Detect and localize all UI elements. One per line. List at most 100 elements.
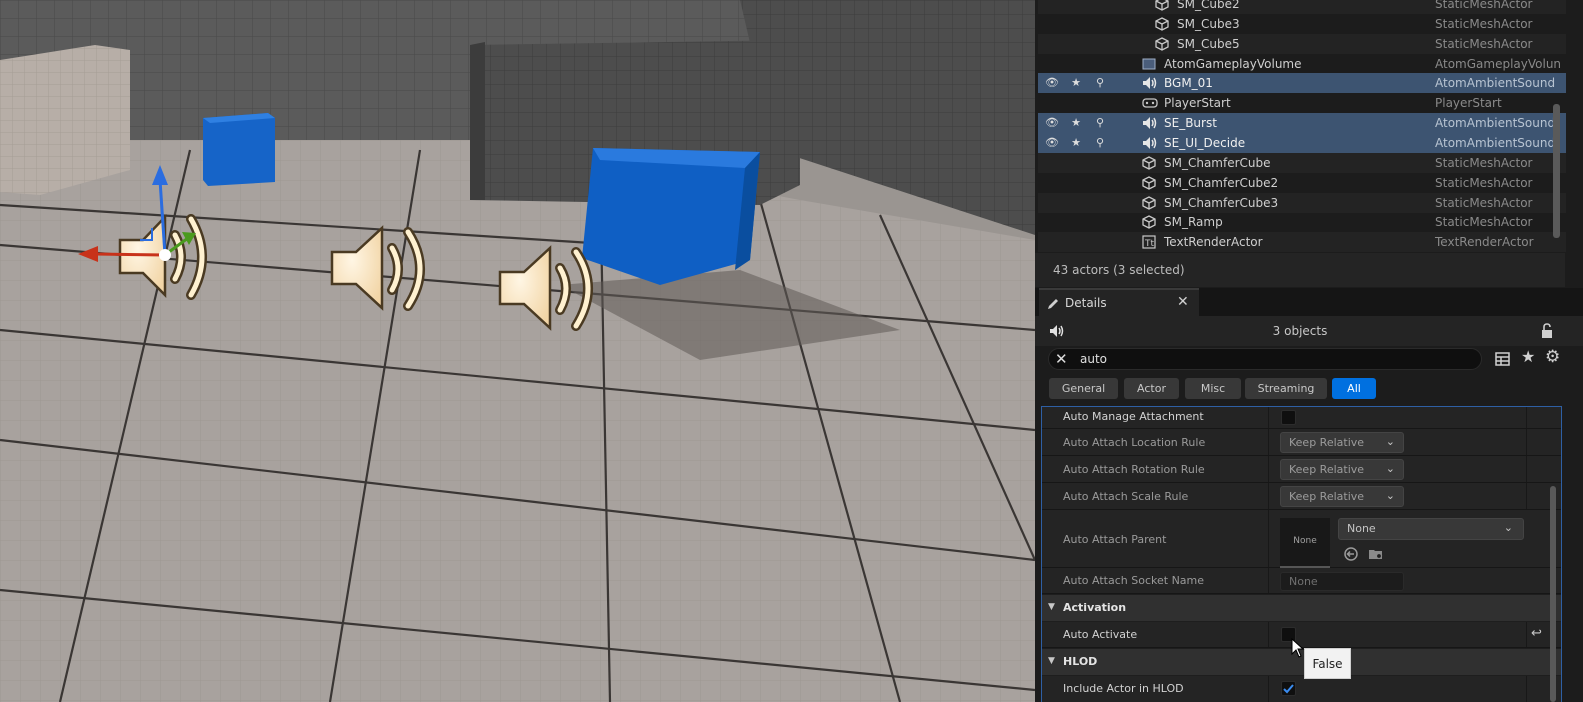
actor-name: SM_ChamferCube (1164, 155, 1271, 170)
dropdown-value: Keep Relative (1289, 436, 1365, 449)
details-search-input[interactable]: ✕ auto (1048, 348, 1482, 370)
category-label: HLOD (1063, 655, 1098, 668)
actor-name: SM_Cube5 (1177, 36, 1240, 51)
prop-include-hlod: Include Actor in HLOD (1042, 676, 1561, 702)
favorites-star-icon[interactable]: ★ (1521, 347, 1535, 366)
outliner-footer: 43 actors (3 selected) (1035, 253, 1565, 287)
settings-gear-icon[interactable]: ⚙ (1545, 347, 1560, 367)
parent-thumbnail[interactable]: None (1280, 518, 1330, 568)
outliner-row[interactable]: SM_Cube3 StaticMeshActor (1038, 14, 1566, 34)
outliner-row[interactable]: Tt TextRenderActor TextRenderActor (1038, 232, 1566, 253)
actor-name: SM_Cube3 (1177, 16, 1240, 31)
filter-tab-general[interactable]: General (1049, 378, 1118, 399)
cube-icon (1142, 215, 1156, 230)
actor-type: TextRenderActor (1435, 235, 1534, 250)
pin-icon[interactable]: ⚲ (1092, 73, 1108, 93)
location-rule-dropdown[interactable]: Keep Relative ⌄ (1280, 432, 1404, 453)
outliner-row[interactable]: SM_ChamferCube StaticMeshActor (1038, 152, 1566, 173)
prop-socket-name: Auto Attach Socket Name None (1042, 568, 1561, 594)
cube-icon (1142, 195, 1156, 210)
auto-manage-attachment-checkbox[interactable] (1281, 410, 1296, 425)
favorite-star-icon[interactable]: ★ (1068, 133, 1084, 153)
reset-to-default-icon[interactable]: ↩ (1531, 626, 1542, 641)
include-hlod-checkbox[interactable] (1281, 681, 1296, 696)
actor-type: AtomAmbientSound (1435, 135, 1556, 150)
outliner-row[interactable]: 👁 ★ ⚲ SE_UI_Decide AtomAmbientSound (1038, 132, 1566, 153)
cube-icon (1155, 17, 1169, 31)
pin-icon[interactable]: ⚲ (1092, 113, 1108, 133)
outliner-scrollbar[interactable] (1553, 104, 1560, 238)
collapse-triangle-icon: ▼ (1048, 602, 1055, 612)
chevron-down-icon: ⌄ (1385, 462, 1395, 475)
scale-rule-dropdown[interactable]: Keep Relative ⌄ (1280, 486, 1404, 507)
details-scrollbar[interactable] (1550, 486, 1556, 702)
parent-asset-dropdown[interactable]: None ⌄ (1338, 518, 1524, 540)
favorite-star-icon[interactable]: ★ (1068, 73, 1084, 93)
actor-type: StaticMeshActor (1435, 16, 1533, 31)
use-selected-icon[interactable] (1343, 546, 1359, 562)
prop-scale-rule: Auto Attach Scale Rule Keep Relative ⌄ (1042, 483, 1561, 510)
rotation-rule-dropdown[interactable]: Keep Relative ⌄ (1280, 459, 1404, 480)
tooltip-text: False (1312, 657, 1343, 671)
prop-label: Auto Attach Socket Name (1063, 574, 1205, 587)
socket-name-input[interactable]: None (1280, 572, 1404, 591)
prop-label: Auto Attach Location Rule (1063, 436, 1206, 449)
world-outliner[interactable]: SM_Cube2 StaticMeshActor SM_Cube3 StaticMes… (1038, 0, 1566, 253)
actor-name: SM_ChamferCube3 (1164, 195, 1279, 210)
actor-name: TextRenderActor (1164, 235, 1263, 250)
outliner-row[interactable]: SM_Cube5 StaticMeshActor (1038, 33, 1566, 54)
actor-type: AtomAmbientSound (1435, 116, 1556, 131)
category-activation[interactable]: ▼ Activation (1042, 595, 1561, 621)
actor-type: StaticMeshActor (1435, 195, 1533, 210)
tab-details[interactable]: Details ✕ (1039, 288, 1199, 316)
actor-type: StaticMeshActor (1435, 175, 1533, 190)
visibility-eye-icon[interactable]: 👁 (1044, 133, 1060, 153)
outliner-row[interactable]: AtomGameplayVolume AtomGameplayVolun (1038, 54, 1566, 74)
browse-asset-icon[interactable] (1368, 546, 1384, 562)
actor-type: StaticMeshActor (1435, 36, 1533, 51)
actor-type: AtomAmbientSound (1435, 76, 1556, 91)
viewport-scene (0, 0, 1035, 702)
filter-tab-misc[interactable]: Misc (1185, 378, 1241, 399)
svg-text:Tt: Tt (1144, 239, 1154, 249)
actor-type: StaticMeshActor (1435, 215, 1533, 230)
filter-tab-streaming[interactable]: Streaming (1245, 378, 1327, 399)
actor-name: PlayerStart (1164, 96, 1231, 111)
outliner-row[interactable]: SM_ChamferCube3 StaticMeshActor (1038, 192, 1566, 213)
outliner-row[interactable]: SM_Cube2 StaticMeshActor (1038, 0, 1566, 14)
table-view-icon[interactable] (1495, 352, 1510, 366)
level-viewport[interactable] (0, 0, 1035, 702)
close-icon[interactable]: ✕ (1177, 294, 1189, 310)
dropdown-value: Keep Relative (1289, 490, 1365, 503)
prop-attach-parent: Auto Attach Parent None None ⌄ (1042, 510, 1561, 568)
visibility-eye-icon[interactable]: 👁 (1044, 73, 1060, 93)
pencil-icon (1048, 299, 1058, 309)
actor-type: AtomGameplayVolun (1435, 56, 1562, 71)
tab-details-label: Details (1065, 296, 1107, 310)
details-header: 3 objects (1035, 316, 1583, 346)
outliner-row[interactable]: 👁 ★ ⚲ SE_Burst AtomAmbientSound (1038, 113, 1566, 134)
outliner-row[interactable]: PlayerStart PlayerStart (1038, 93, 1566, 113)
outliner-row[interactable]: SM_ChamferCube2 StaticMeshActor (1038, 173, 1566, 193)
cube-icon (1155, 36, 1169, 51)
outliner-row[interactable]: 👁 ★ ⚲ BGM_01 AtomAmbientSound (1038, 73, 1566, 94)
prop-rotation-rule: Auto Attach Rotation Rule Keep Relative … (1042, 456, 1561, 483)
filter-tab-all[interactable]: All (1332, 378, 1376, 399)
speaker-icon (1142, 136, 1157, 150)
cube-icon (1142, 156, 1156, 170)
favorite-star-icon[interactable]: ★ (1068, 113, 1084, 133)
pin-icon[interactable]: ⚲ (1092, 133, 1108, 153)
outliner-row[interactable]: SM_Ramp StaticMeshActor (1038, 212, 1566, 232)
filter-tab-actor[interactable]: Actor (1124, 378, 1179, 399)
thumbnail-label: None (1293, 536, 1317, 546)
actor-name: SM_ChamferCube2 (1164, 175, 1279, 190)
mouse-cursor-icon (1291, 638, 1305, 658)
volume-icon (1142, 57, 1156, 71)
prop-location-rule: Auto Attach Location Rule Keep Relative … (1042, 429, 1561, 456)
actor-name: SM_Cube2 (1177, 0, 1240, 11)
visibility-eye-icon[interactable]: 👁 (1044, 113, 1060, 133)
lock-icon[interactable] (1540, 323, 1554, 339)
chevron-down-icon: ⌄ (1385, 435, 1395, 448)
prop-label: Include Actor in HLOD (1063, 682, 1184, 695)
clear-search-icon[interactable]: ✕ (1055, 350, 1068, 368)
